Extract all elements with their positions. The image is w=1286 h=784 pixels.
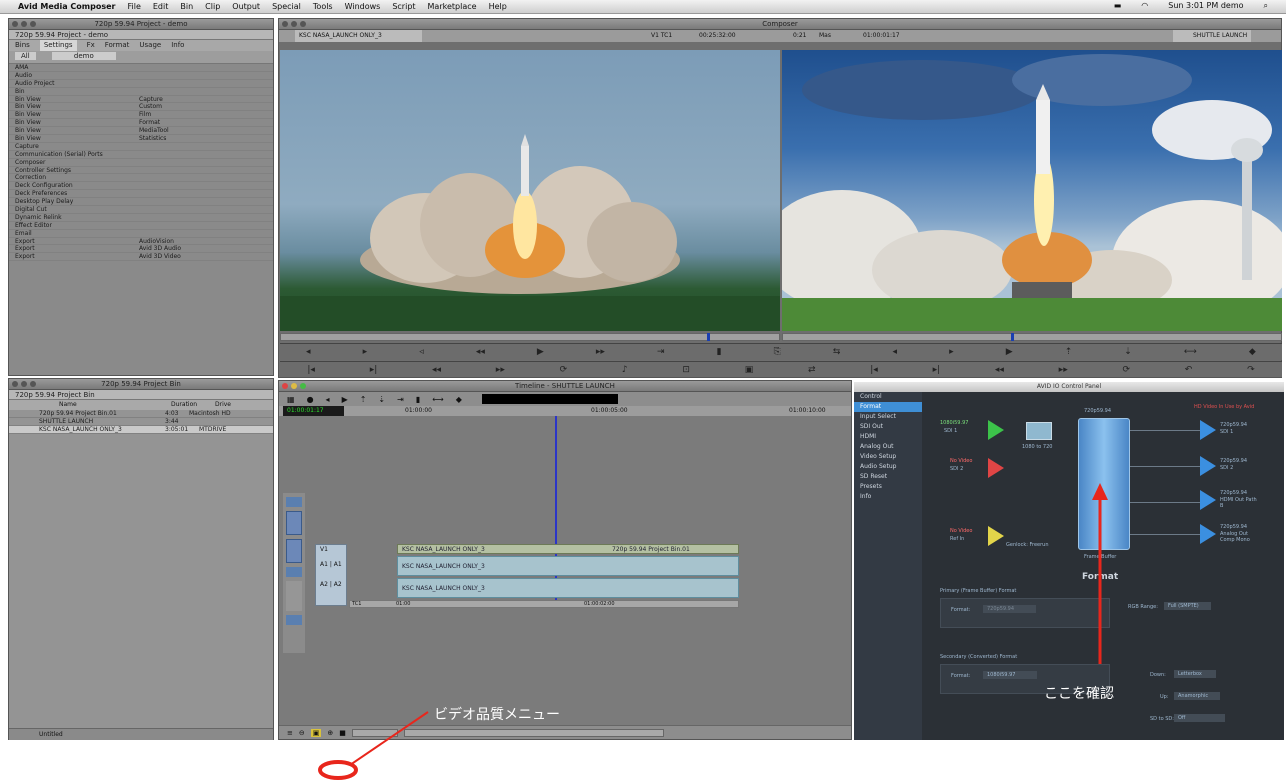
annotation-check-here: ここを確認 (1044, 686, 1114, 702)
annotation-video-quality-menu: ビデオ品質メニュー (434, 707, 560, 723)
annotation-leader-line (349, 711, 429, 766)
annotation-arrow-head (1092, 483, 1108, 500)
annotation-circle (318, 760, 358, 780)
annotation-overlay (318, 483, 1108, 780)
